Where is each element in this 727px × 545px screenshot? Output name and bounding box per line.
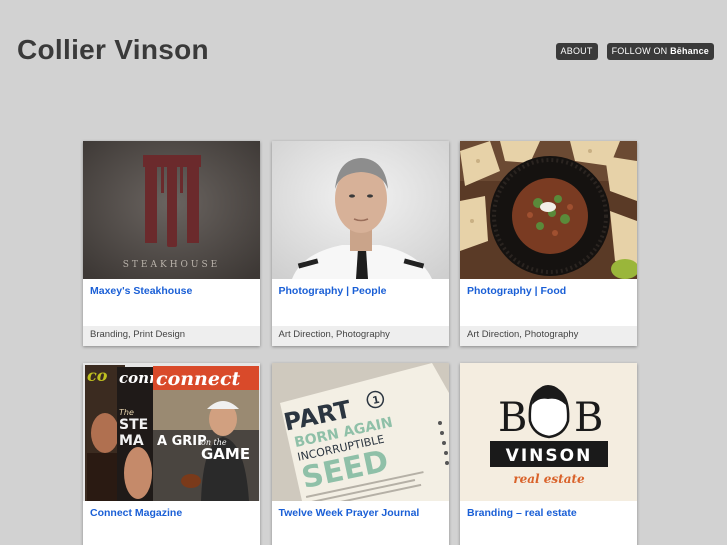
behance-logo: Bēhance [670,46,709,56]
site-title[interactable]: Collier Vinson [17,34,209,66]
cover-2-line-1: The [119,408,134,417]
project-card-connect-magazine[interactable]: co conn The STE MA connect A GRIP on the… [83,363,260,545]
project-thumbnail[interactable] [271,141,449,279]
project-tags: Art Direction, Photography [271,326,449,346]
project-title[interactable]: Connect Magazine [90,507,182,519]
logo-letter-b-left: B [498,395,527,441]
project-thumbnail[interactable]: B B VINSON real estate [460,363,637,501]
project-title[interactable]: Twelve Week Prayer Journal [279,507,420,519]
logo-real-estate-tagline: real estate [513,472,585,486]
steakhouse-wordmark: STEAKHOUSE [123,260,221,270]
project-card-branding-real-estate[interactable]: B B VINSON real estate Branding – real e… [460,363,637,545]
cover-3-line-1: A GRIP [157,434,207,449]
cover-1-masthead: co [87,366,108,385]
cover-2-line-3: MA [119,433,144,449]
project-title[interactable]: Branding – real estate [467,507,577,519]
project-tags: Art Direction, Photography [460,326,637,346]
project-title[interactable]: Photography | Food [467,285,566,297]
about-button[interactable]: ABOUT [555,43,598,60]
project-card-photography-food[interactable]: Photography | Food Art Direction, Photog… [460,141,637,346]
follow-behance-button[interactable]: FOLLOW ON Bēhance [606,43,714,60]
project-thumbnail[interactable] [460,141,637,279]
project-card-photography-people[interactable]: Photography | People Art Direction, Phot… [271,141,449,346]
project-title[interactable]: Photography | People [279,285,387,297]
project-title[interactable]: Maxey's Steakhouse [90,285,192,297]
project-thumbnail[interactable]: co conn The STE MA connect A GRIP on the… [83,363,260,501]
project-card-twelve-week-prayer-journal[interactable]: PART 1 BORN AGAIN INCORRUPTIBLE SEED D [271,363,449,545]
project-thumbnail[interactable]: STEAKHOUSE [83,141,260,279]
cover-3-masthead: connect [156,368,241,390]
header-nav: ABOUT FOLLOW ON Bēhance [555,43,714,60]
project-card-maxeys-steakhouse[interactable]: STEAKHOUSE Maxey's Steakhouse Branding, … [83,141,260,346]
follow-label: FOLLOW ON [611,46,668,56]
logo-letter-b-right: B [574,395,603,441]
project-thumbnail[interactable]: PART 1 BORN AGAIN INCORRUPTIBLE SEED D [271,363,449,501]
cover-3-line-3: GAME [201,445,250,463]
page: Collier Vinson ABOUT FOLLOW ON Bēhance S… [0,0,727,545]
cover-2-line-2: STE [119,417,148,433]
project-tags: Branding, Print Design [83,326,260,346]
logo-vinson-wordmark: VINSON [506,446,593,466]
project-grid: STEAKHOUSE Maxey's Steakhouse Branding, … [83,141,637,545]
